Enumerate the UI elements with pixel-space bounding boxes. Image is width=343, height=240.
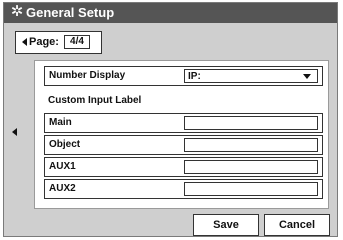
object-label-input[interactable] xyxy=(184,138,318,152)
number-display-select[interactable]: IP: xyxy=(184,69,318,83)
number-display-row: Number Display IP: xyxy=(44,66,323,86)
page-number: 4/4 xyxy=(64,35,90,49)
main-label-input[interactable] xyxy=(184,116,318,130)
main-label: Main xyxy=(49,117,72,128)
object-label-row: Object xyxy=(44,135,323,155)
general-setup-dialog: ✲ General Setup Page: 4/4 Number Display… xyxy=(3,2,338,237)
page-prev-arrow-icon[interactable] xyxy=(22,38,27,46)
number-display-label: Number Display xyxy=(49,70,126,81)
aux2-label-input[interactable] xyxy=(184,182,318,196)
main-label-row: Main xyxy=(44,113,323,133)
aux1-label-input[interactable] xyxy=(184,160,318,174)
number-display-value: IP: xyxy=(188,71,201,82)
gear-icon: ✲ xyxy=(10,3,24,20)
aux2-label: AUX2 xyxy=(49,183,76,194)
page-selector[interactable]: Page: 4/4 xyxy=(15,31,102,54)
dialog-title: General Setup xyxy=(26,5,115,20)
page-label: Page: xyxy=(29,36,59,48)
custom-input-label-heading: Custom Input Label xyxy=(48,95,142,106)
scroll-left-arrow-icon[interactable] xyxy=(12,128,17,136)
aux2-label-row: AUX2 xyxy=(44,179,323,199)
title-bar: ✲ General Setup xyxy=(4,3,337,23)
object-label: Object xyxy=(49,139,81,150)
aux1-label-row: AUX1 xyxy=(44,157,323,177)
chevron-down-icon xyxy=(303,74,311,79)
settings-panel: Number Display IP: Custom Input Label Ma… xyxy=(34,60,329,209)
cancel-button[interactable]: Cancel xyxy=(264,214,330,236)
aux1-label: AUX1 xyxy=(49,161,76,172)
save-button[interactable]: Save xyxy=(193,214,259,236)
